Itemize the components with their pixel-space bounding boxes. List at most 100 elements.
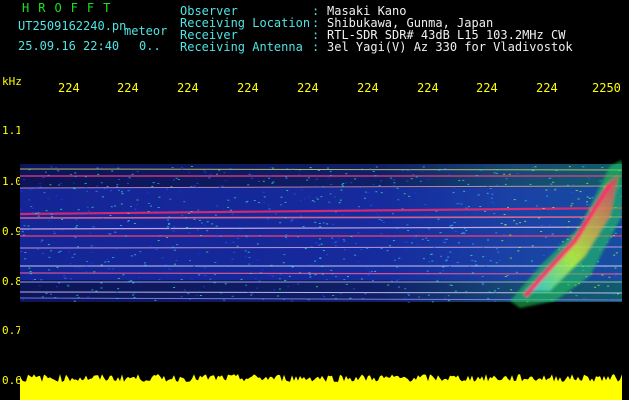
noise-speck bbox=[427, 239, 430, 241]
noise-speck bbox=[170, 186, 173, 188]
noise-speck bbox=[426, 270, 429, 272]
noise-speck bbox=[462, 232, 465, 234]
noise-speck bbox=[180, 296, 183, 298]
noise-speck bbox=[570, 205, 573, 207]
noise-speck bbox=[211, 223, 214, 225]
noise-speck bbox=[360, 278, 363, 280]
noise-speck bbox=[190, 211, 193, 213]
noise-speck bbox=[24, 258, 27, 260]
noise-speck bbox=[447, 174, 450, 176]
noise-speck bbox=[127, 220, 129, 222]
noise-speck bbox=[202, 286, 205, 288]
noise-speck bbox=[380, 219, 383, 221]
noise-speck bbox=[573, 179, 576, 181]
noise-speck bbox=[529, 183, 532, 185]
noise-speck bbox=[567, 221, 570, 223]
noise-speck bbox=[620, 237, 622, 239]
noise-speck bbox=[357, 261, 360, 263]
x-tick-label: 224 bbox=[58, 81, 80, 95]
noise-speck bbox=[72, 187, 75, 189]
noise-speck bbox=[422, 166, 425, 168]
noise-speck bbox=[546, 196, 548, 198]
noise-speck bbox=[364, 293, 367, 295]
noise-speck bbox=[475, 175, 478, 177]
noise-speck bbox=[604, 266, 607, 268]
noise-speck bbox=[297, 283, 300, 285]
noise-speck bbox=[29, 228, 32, 230]
noise-speck bbox=[24, 252, 27, 253]
noise-speck bbox=[431, 260, 434, 262]
noise-speck bbox=[586, 201, 588, 203]
noise-speck bbox=[339, 199, 342, 201]
noise-speck bbox=[575, 295, 578, 297]
noise-speck bbox=[58, 282, 61, 284]
noise-speck bbox=[336, 240, 339, 242]
noise-speck bbox=[95, 290, 98, 292]
noise-speck bbox=[329, 174, 332, 176]
noise-speck bbox=[345, 182, 348, 184]
noise-speck bbox=[493, 204, 496, 205]
noise-speck bbox=[422, 258, 425, 260]
noise-speck bbox=[284, 201, 287, 203]
noise-speck bbox=[471, 272, 474, 274]
noise-speck bbox=[424, 204, 427, 206]
noise-speck bbox=[321, 273, 324, 275]
noise-speck bbox=[284, 280, 287, 281]
noise-speck bbox=[159, 235, 162, 237]
noise-speck bbox=[395, 279, 398, 281]
noise-speck bbox=[60, 199, 63, 200]
noise-speck bbox=[157, 207, 160, 208]
x-tick-label: 224 bbox=[536, 81, 558, 95]
noise-speck bbox=[87, 296, 90, 298]
noise-speck bbox=[433, 246, 436, 248]
noise-speck bbox=[354, 178, 357, 180]
noise-speck bbox=[456, 262, 459, 263]
noise-speck bbox=[97, 213, 99, 215]
noise-speck bbox=[69, 262, 72, 264]
noise-speck bbox=[375, 191, 378, 193]
noise-speck bbox=[393, 182, 396, 184]
noise-speck bbox=[588, 197, 591, 199]
noise-speck bbox=[48, 256, 51, 258]
noise-speck bbox=[120, 203, 123, 205]
noise-speck bbox=[221, 185, 224, 187]
noise-speck bbox=[332, 295, 335, 296]
noise-speck bbox=[74, 267, 77, 268]
noise-speck bbox=[23, 225, 26, 227]
noise-speck bbox=[325, 279, 328, 280]
noise-speck bbox=[309, 274, 311, 276]
noise-speck bbox=[326, 254, 329, 256]
noise-speck bbox=[387, 236, 390, 238]
noise-speck bbox=[91, 289, 94, 291]
noise-speck bbox=[40, 279, 43, 281]
noise-speck bbox=[322, 250, 325, 251]
noise-speck bbox=[499, 260, 502, 262]
noise-speck bbox=[219, 235, 222, 237]
noise-speck bbox=[491, 193, 494, 195]
noise-speck bbox=[126, 175, 129, 177]
noise-speck bbox=[468, 266, 471, 267]
noise-speck bbox=[430, 253, 433, 255]
noise-speck bbox=[392, 185, 395, 187]
noise-speck bbox=[253, 200, 256, 201]
noise-speck bbox=[615, 252, 618, 254]
noise-speck bbox=[84, 183, 87, 184]
noise-speck bbox=[109, 215, 112, 216]
noise-speck bbox=[269, 167, 272, 169]
noise-speck bbox=[103, 188, 106, 190]
noise-speck bbox=[166, 188, 168, 190]
noise-speck bbox=[532, 269, 535, 271]
noise-speck bbox=[566, 184, 569, 186]
noise-speck bbox=[128, 177, 131, 179]
noise-speck bbox=[48, 220, 51, 222]
x-tick-label: 224 bbox=[237, 81, 259, 95]
noise-speck bbox=[443, 170, 446, 172]
noise-speck bbox=[57, 170, 60, 171]
noise-speck bbox=[198, 253, 201, 255]
noise-speck bbox=[586, 182, 589, 184]
noise-speck bbox=[23, 179, 26, 180]
noise-speck bbox=[290, 300, 293, 302]
noise-speck bbox=[481, 276, 484, 277]
noise-speck bbox=[90, 262, 93, 264]
noise-speck bbox=[63, 275, 66, 277]
